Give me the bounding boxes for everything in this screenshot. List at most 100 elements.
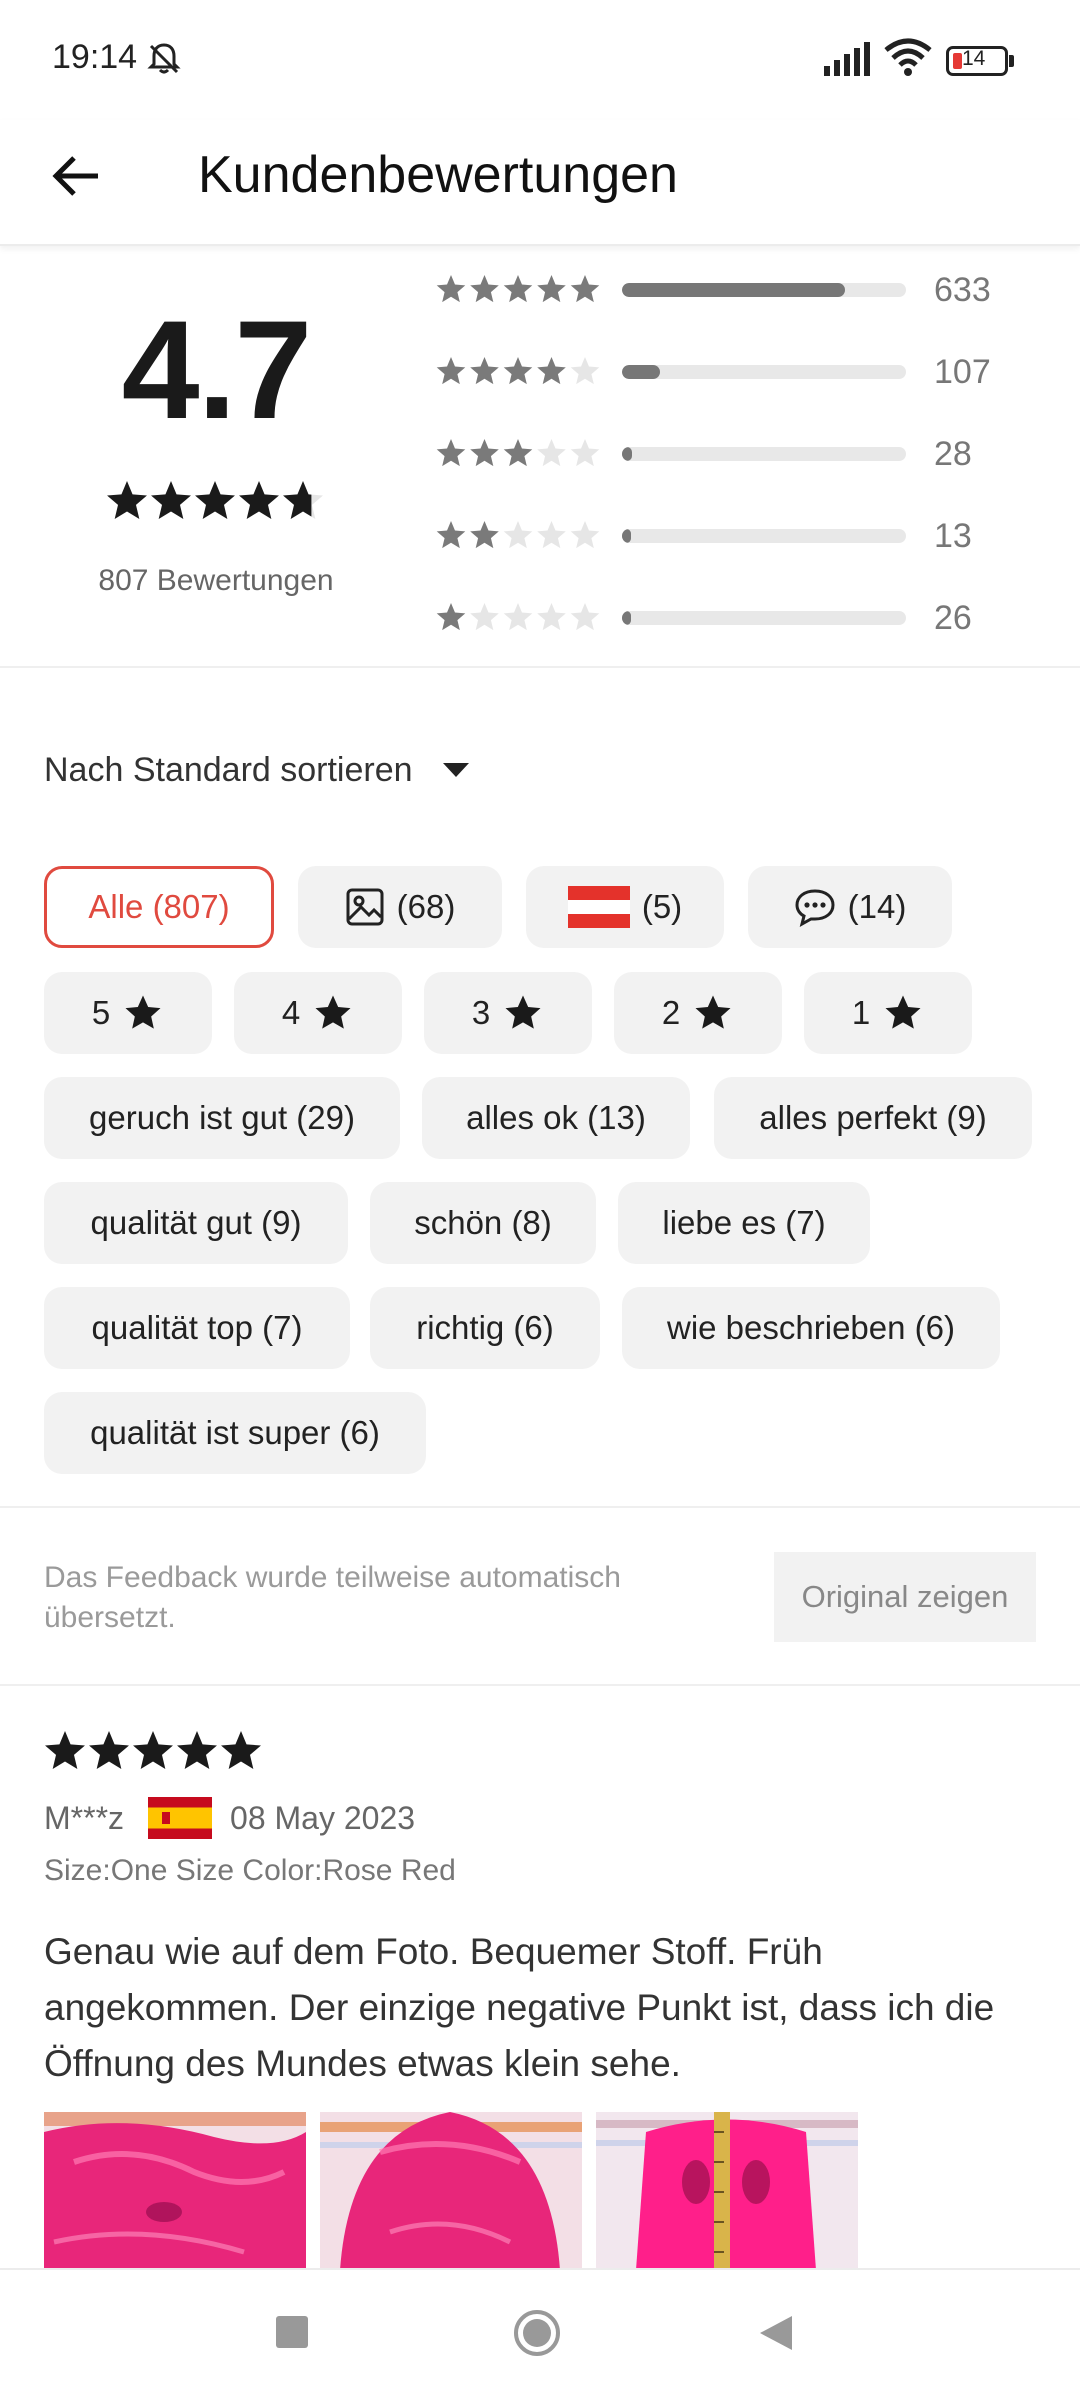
- review-photo[interactable]: [596, 2112, 858, 2270]
- back-arrow-icon[interactable]: [46, 146, 106, 206]
- star-filled: [537, 275, 566, 303]
- filter-1-star[interactable]: 1: [804, 972, 972, 1054]
- tag-chip[interactable]: alles perfekt (9): [714, 1077, 1032, 1159]
- star-empty: [503, 603, 533, 631]
- star-icon: [315, 995, 351, 1029]
- distribution-count: 28: [934, 435, 972, 473]
- filter-5-stars[interactable]: 5: [44, 972, 212, 1054]
- wifi-icon: [884, 38, 932, 76]
- average-stars: [107, 481, 323, 519]
- filter-photos[interactable]: (68): [298, 866, 502, 948]
- review-variant: Size:One Size Color:Rose Red: [44, 1854, 456, 1887]
- distribution-count: 633: [934, 271, 991, 309]
- star-icon: [505, 995, 541, 1029]
- star-filled: [436, 357, 466, 385]
- tag-chip[interactable]: qualität top (7): [44, 1287, 350, 1369]
- star-filled: [470, 521, 499, 549]
- back-nav-icon[interactable]: [758, 2314, 794, 2352]
- tag-label: alles ok (13): [466, 1099, 646, 1136]
- recent-apps-icon[interactable]: [274, 2314, 310, 2350]
- filter-star-label: 2: [661, 994, 681, 1031]
- star-empty: [537, 521, 566, 549]
- translation-note: Das Feedback wurde teilweise automatisch…: [44, 1561, 621, 1634]
- star-filled: [503, 275, 533, 303]
- star-filled: [503, 439, 533, 467]
- distribution-bar-fill: [622, 611, 632, 625]
- tag-chip[interactable]: schön (8): [370, 1182, 596, 1264]
- distribution-stars: [436, 357, 600, 385]
- review-photo[interactable]: [320, 2112, 582, 2270]
- battery-icon: 14: [946, 46, 1016, 76]
- review-count: 807 Bewertungen: [98, 564, 334, 597]
- tag-chip[interactable]: liebe es (7): [618, 1182, 870, 1264]
- filter-2-stars[interactable]: 2: [614, 972, 782, 1054]
- tag-chip[interactable]: wie beschrieben (6): [622, 1287, 1000, 1369]
- tag-label: schön (8): [414, 1204, 552, 1241]
- tag-label: qualität ist super (6): [90, 1414, 380, 1451]
- filter-star-label: 3: [471, 994, 491, 1031]
- tag-label: wie beschrieben (6): [667, 1309, 955, 1346]
- tag-label: alles perfekt (9): [759, 1099, 987, 1136]
- austria-flag-icon: [567, 886, 630, 928]
- tag-chip[interactable]: alles ok (13): [422, 1077, 690, 1159]
- star-filled: [239, 481, 279, 519]
- filter-3-stars[interactable]: 3: [424, 972, 592, 1054]
- distribution-bar: [622, 529, 906, 543]
- star-icon: [125, 995, 161, 1029]
- star-icon: [695, 995, 731, 1029]
- signal-icon: [824, 42, 870, 76]
- star-filled: [503, 357, 533, 385]
- review-photo[interactable]: [44, 2112, 306, 2270]
- distribution-count: 26: [934, 599, 972, 637]
- distribution-bar: [622, 447, 906, 461]
- system-nav-bar: [0, 2268, 1080, 2400]
- battery-level: 14: [962, 47, 986, 70]
- star-empty: [570, 521, 600, 549]
- distribution-row-2-stars: 13: [436, 506, 1056, 566]
- sort-dropdown[interactable]: Nach Standard sortieren: [44, 740, 471, 800]
- distribution-bar-fill: [622, 529, 631, 543]
- star-filled: [436, 603, 466, 631]
- distribution-bar: [622, 611, 906, 625]
- sort-label: Nach Standard sortieren: [44, 750, 413, 789]
- tag-label: richtig (6): [416, 1309, 554, 1346]
- distribution-bar: [622, 365, 906, 379]
- distribution-bar-fill: [622, 365, 660, 379]
- star-filled: [221, 1731, 261, 1769]
- comment-icon: [795, 889, 835, 927]
- star-filled: [89, 1731, 129, 1769]
- filter-comments-count: (14): [847, 888, 907, 925]
- image-icon: [346, 888, 384, 926]
- distribution-stars: [436, 439, 600, 467]
- star-empty: [537, 603, 566, 631]
- filter-4-stars[interactable]: 4: [234, 972, 402, 1054]
- distribution-count: 107: [934, 353, 991, 391]
- distribution-stars: [436, 521, 600, 549]
- star-filled: [570, 275, 600, 303]
- tag-chip[interactable]: richtig (6): [370, 1287, 600, 1369]
- star-filled: [537, 357, 566, 385]
- tag-chip[interactable]: qualität ist super (6): [44, 1392, 426, 1474]
- app-header: Kundenbewertungen: [0, 120, 1080, 246]
- distribution-bar-fill: [622, 447, 632, 461]
- star-filled: [470, 439, 499, 467]
- distribution-bar: [622, 283, 906, 297]
- star-icon: [885, 995, 921, 1029]
- filter-all[interactable]: Alle (807): [44, 866, 274, 948]
- divider: [0, 1684, 1080, 1686]
- average-rating: 4.7: [121, 291, 313, 448]
- star-filled: [133, 1731, 173, 1769]
- star-empty: [570, 439, 600, 467]
- status-bar: 19:14 14: [0, 0, 1080, 120]
- filter-comments[interactable]: (14): [748, 866, 952, 948]
- filter-country[interactable]: (5): [526, 866, 724, 948]
- star-empty: [503, 521, 533, 549]
- star-filled: [470, 357, 499, 385]
- filter-country-count: (5): [641, 888, 683, 925]
- home-icon[interactable]: [512, 2308, 562, 2358]
- tag-chip[interactable]: qualität gut (9): [44, 1182, 348, 1264]
- tag-chip[interactable]: geruch ist gut (29): [44, 1077, 400, 1159]
- review-date: 08 May 2023: [230, 1799, 416, 1836]
- distribution-bar-fill: [622, 283, 845, 297]
- show-original-button[interactable]: Original zeigen: [774, 1552, 1036, 1642]
